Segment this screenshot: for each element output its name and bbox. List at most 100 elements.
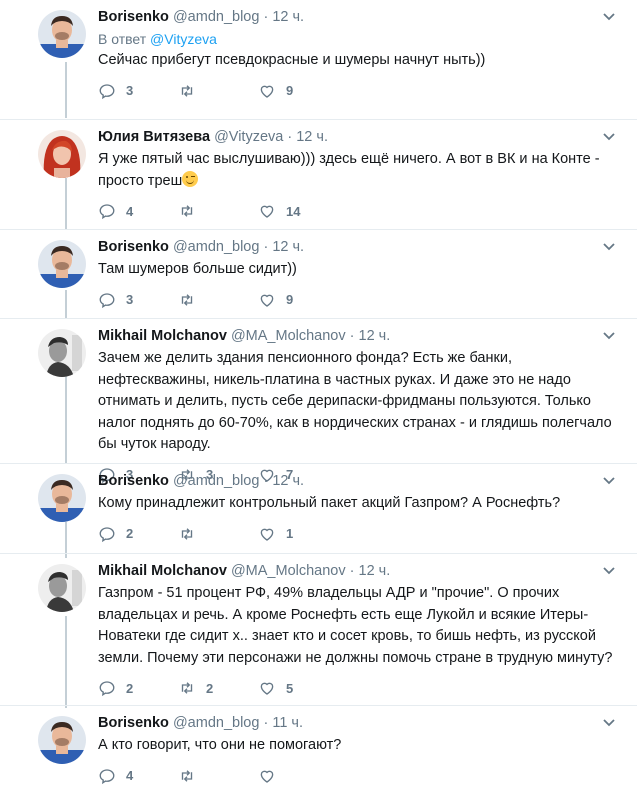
tweet-actions: 4 14 — [98, 202, 617, 222]
like-button[interactable]: 5 — [258, 679, 293, 697]
tweet-text-container: Я уже пятый час выслушиваю))) здесь ещё … — [98, 149, 617, 192]
timestamp[interactable]: 12 ч. — [359, 328, 391, 344]
retweet-button[interactable] — [178, 525, 206, 543]
like-button[interactable]: 1 — [258, 525, 293, 543]
avatar[interactable] — [38, 564, 86, 612]
tweet-text: Я уже пятый час выслушиваю))) здесь ещё … — [98, 151, 600, 189]
avatar[interactable] — [38, 130, 86, 178]
tweet-text: Там шумеров больше сидит)) — [98, 261, 297, 277]
timestamp[interactable]: 12 ч. — [296, 129, 328, 145]
like-button[interactable]: 9 — [258, 82, 293, 100]
tweet[interactable]: Borisenko @amdn_blog · 12 ч. В ответ @Vi… — [0, 0, 637, 119]
author-handle[interactable]: @Vityzeva — [214, 129, 283, 145]
reply-button[interactable]: 3 — [98, 82, 133, 100]
author-name[interactable]: Borisenko — [98, 239, 169, 255]
reply-count: 4 — [126, 203, 134, 219]
chevron-down-icon[interactable] — [602, 566, 616, 576]
timestamp[interactable]: 11 ч. — [272, 715, 303, 731]
chevron-down-icon[interactable] — [602, 132, 616, 142]
author-name[interactable]: Юлия Витязева — [98, 129, 210, 145]
tweet-text: Газпром - 51 процент РФ, 49% владельцы А… — [98, 585, 613, 666]
separator-dot: · — [263, 9, 269, 25]
separator-dot: · — [263, 473, 269, 489]
avatar[interactable] — [38, 716, 86, 764]
author-handle[interactable]: @amdn_blog — [173, 473, 259, 489]
tweet[interactable]: Borisenko @amdn_blog · 11 ч. А кто говор… — [0, 706, 637, 784]
separator-dot: · — [349, 328, 355, 344]
retweet-icon — [181, 293, 193, 306]
heart-icon — [260, 770, 274, 783]
tweet-text: А кто говорит, что они не помогают? — [98, 737, 342, 753]
timestamp[interactable]: 12 ч. — [272, 473, 304, 489]
separator-dot: · — [349, 563, 355, 579]
chevron-down-icon[interactable] — [602, 12, 616, 22]
reply-prefix: В ответ — [98, 31, 147, 47]
author-handle[interactable]: @MA_Molchanov — [231, 328, 346, 344]
chevron-down-icon[interactable] — [602, 242, 616, 252]
reply-button[interactable]: 2 — [98, 679, 133, 697]
avatar[interactable] — [38, 10, 86, 58]
author-handle[interactable]: @amdn_blog — [173, 239, 259, 255]
like-button[interactable]: 9 — [258, 291, 293, 309]
chevron-down-icon[interactable] — [602, 331, 616, 341]
timestamp[interactable]: 12 ч. — [359, 563, 391, 579]
reply-count: 2 — [126, 680, 134, 696]
retweet-button[interactable] — [178, 291, 206, 309]
retweet-button[interactable] — [178, 82, 206, 100]
retweet-button[interactable] — [178, 767, 206, 785]
chevron-down-icon[interactable] — [602, 718, 616, 728]
reply-icon — [99, 768, 115, 784]
timestamp[interactable]: 12 ч. — [272, 239, 304, 255]
avatar[interactable] — [38, 474, 86, 522]
reply-button[interactable]: 2 — [98, 525, 133, 543]
retweet-icon — [181, 682, 193, 694]
tweet[interactable]: Mikhail Molchanov @MA_Molchanov · 12 ч. … — [0, 554, 637, 705]
reply-icon — [99, 681, 115, 697]
reply-button[interactable]: 4 — [98, 767, 133, 785]
tweet[interactable]: Юлия Витязева @Vityzeva · 12 ч. Я уже пя… — [0, 120, 637, 229]
reply-icon — [99, 292, 115, 308]
like-button[interactable]: 14 — [258, 202, 300, 220]
author-name[interactable]: Borisenko — [98, 715, 169, 731]
author-name[interactable]: Borisenko — [98, 9, 169, 25]
heart-icon — [260, 528, 274, 541]
avatar[interactable] — [38, 240, 86, 288]
separator-dot: · — [263, 239, 269, 255]
retweet-button[interactable] — [178, 202, 206, 220]
chevron-down-icon[interactable] — [602, 476, 616, 486]
tweet-text: Сейчас прибегут псевдокрасные и шумеры н… — [98, 52, 486, 68]
author-handle[interactable]: @amdn_blog — [173, 9, 259, 25]
author-handle[interactable]: @MA_Molchanov — [231, 563, 346, 579]
like-button[interactable] — [258, 767, 286, 785]
retweet-icon — [181, 769, 193, 782]
author-name[interactable]: Mikhail Molchanov — [98, 563, 227, 579]
mention-link[interactable]: @Vityzeva — [150, 31, 217, 47]
like-count: 1 — [286, 526, 294, 541]
like-count: 9 — [286, 83, 294, 98]
tweet-actions: 4 — [98, 767, 617, 787]
like-count: 14 — [286, 203, 301, 219]
reply-count: 3 — [126, 292, 134, 307]
tweet[interactable]: Mikhail Molchanov @MA_Molchanov · 12 ч. … — [0, 319, 637, 483]
separator-dot: · — [263, 715, 269, 731]
tweet[interactable]: Borisenko @amdn_blog · 12 ч. Кому принад… — [0, 464, 637, 553]
heart-icon — [260, 85, 274, 98]
like-count: 5 — [286, 680, 294, 696]
separator-dot: · — [287, 129, 293, 145]
retweet-button[interactable]: 2 — [178, 679, 213, 697]
reply-button[interactable]: 3 — [98, 291, 133, 309]
tweet-text: Зачем же делить здания пенсионного фонда… — [98, 350, 612, 452]
wink-emoji-icon — [182, 170, 199, 187]
author-name[interactable]: Borisenko — [98, 473, 169, 489]
tweet[interactable]: Borisenko @amdn_blog · 12 ч. Там шумеров… — [0, 230, 637, 318]
heart-icon — [260, 205, 274, 218]
avatar[interactable] — [38, 329, 86, 377]
tweet-actions: 2 2 5 — [98, 679, 617, 699]
heart-icon — [260, 294, 274, 307]
author-name[interactable]: Mikhail Molchanov — [98, 328, 227, 344]
reply-count: 2 — [126, 526, 134, 541]
tweet-actions: 3 9 — [98, 291, 617, 311]
author-handle[interactable]: @amdn_blog — [173, 715, 259, 731]
timestamp[interactable]: 12 ч. — [272, 9, 304, 25]
reply-button[interactable]: 4 — [98, 202, 133, 220]
